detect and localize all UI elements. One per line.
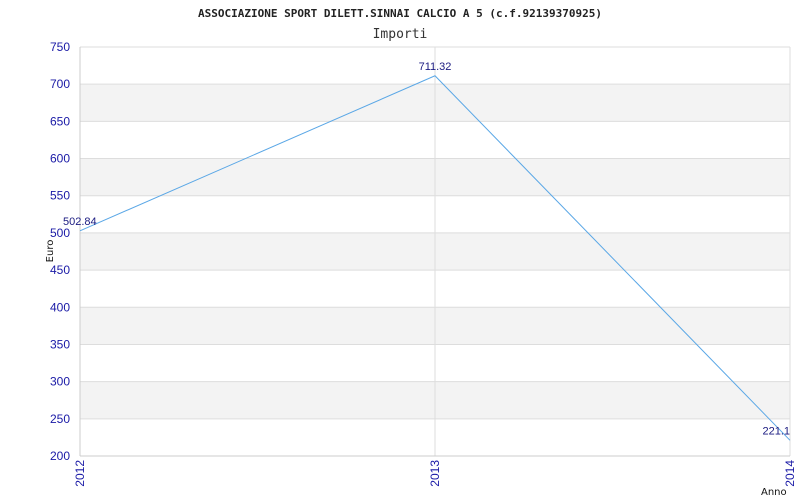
y-axis-label: Euro: [45, 240, 56, 263]
x-tick-label: 2014: [783, 460, 797, 487]
y-tick-label: 200: [50, 449, 70, 463]
x-tick-label: 2013: [428, 460, 442, 487]
y-tick-label: 400: [50, 300, 70, 314]
y-tick-label: 600: [50, 152, 70, 166]
y-tick-label: 700: [50, 77, 70, 91]
data-label: 221.1: [762, 425, 790, 437]
data-label: 711.32: [419, 61, 452, 73]
x-axis-ticks: 2012 2013 2014: [73, 460, 797, 487]
data-label: 502.84: [63, 216, 97, 228]
y-tick-label: 300: [50, 375, 70, 389]
y-tick-label: 350: [50, 337, 70, 351]
y-tick-label: 450: [50, 263, 70, 277]
line-chart: 200 250 300 350 400 450 500 550 600 650 700 750 201…: [45, 7, 797, 498]
y-tick-label: 750: [50, 40, 70, 54]
chart-title: ASSOCIAZIONE SPORT DILETT.SINNAI CALCIO …: [198, 7, 602, 20]
y-tick-label: 650: [50, 114, 70, 128]
x-axis-label: Anno: [761, 487, 787, 498]
x-tick-label: 2012: [73, 460, 87, 487]
chart-subtitle: Importi: [373, 27, 428, 42]
y-tick-label: 500: [50, 226, 70, 240]
y-tick-label: 250: [50, 412, 70, 426]
y-tick-label: 550: [50, 189, 70, 203]
